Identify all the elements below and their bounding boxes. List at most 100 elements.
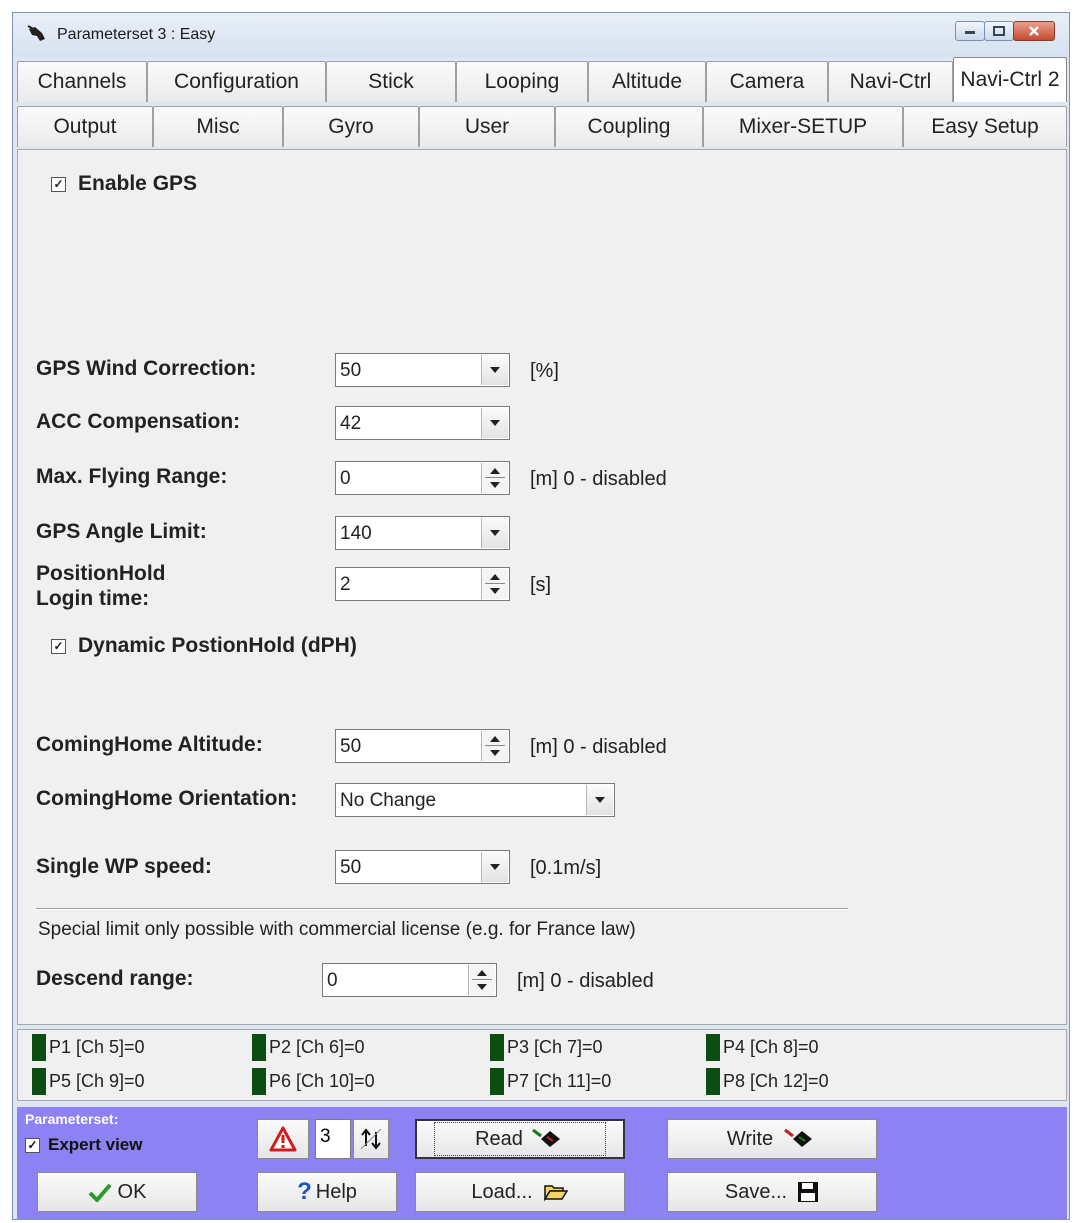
descend-range-label: Descend range: (36, 967, 194, 990)
save-label: Save... (724, 1180, 788, 1203)
channel-label: P3 [Ch 7]=0 (507, 1037, 603, 1057)
tab-misc[interactable]: Misc (153, 106, 283, 147)
minimize-button[interactable] (955, 21, 985, 41)
help-button[interactable]: ? Help (257, 1172, 397, 1212)
spinner-arrows-icon[interactable] (468, 965, 495, 995)
write-button[interactable]: Write (667, 1119, 877, 1159)
spinner-arrows-icon[interactable] (481, 569, 508, 599)
channel-label: P8 [Ch 12]=0 (723, 1071, 829, 1091)
open-folder-icon (543, 1185, 568, 1202)
dropdown-arrow-icon[interactable] (586, 785, 613, 815)
upload-chip-icon (784, 1128, 813, 1147)
parameterset-spinner-button[interactable] (353, 1119, 389, 1159)
dropdown-arrow-icon[interactable] (481, 852, 508, 882)
tab-navi-ctrl-2[interactable]: Navi-Ctrl 2 (953, 57, 1067, 102)
download-chip-icon (532, 1128, 560, 1147)
single-wp-speed-combo[interactable]: 50 (335, 850, 510, 884)
tab-stick[interactable]: Stick (326, 61, 456, 102)
single-wp-speed-value: 50 (340, 857, 362, 878)
descend-range-value: 0 (327, 970, 338, 991)
gps-angle-limit-combo[interactable]: 140 (335, 516, 510, 550)
parameterset-number-field[interactable]: 3 (315, 1119, 351, 1159)
tab-channels[interactable]: Channels (17, 61, 147, 102)
positionhold-login-spinner[interactable]: 2 (335, 567, 510, 601)
cominghome-orientation-combo[interactable]: No Change (335, 783, 615, 817)
tab-altitude[interactable]: Altitude (588, 61, 706, 102)
ok-button[interactable]: OK (37, 1172, 197, 1212)
checkmark-icon: ✓ (25, 1137, 40, 1153)
tab-mixer-setup[interactable]: Mixer-SETUP (703, 106, 903, 147)
gps-angle-limit-label: GPS Angle Limit: (36, 520, 207, 543)
spinner-arrows-icon[interactable] (481, 731, 508, 761)
led-icon (706, 1068, 720, 1095)
spinner-arrows-icon[interactable] (481, 463, 508, 493)
wind-correction-label: GPS Wind Correction: (36, 357, 257, 380)
read-label: Read (475, 1127, 523, 1150)
tab-coupling[interactable]: Coupling (555, 106, 703, 147)
channel-status-panel: P1 [Ch 5]=0 P2 [Ch 6]=0 P3 [Ch 7]=0 P4 [… (17, 1029, 1067, 1101)
led-icon (706, 1034, 720, 1061)
tab-row-2: Output Misc Gyro User Coupling Mixer-SET… (17, 102, 1067, 147)
max-flying-range-spinner[interactable]: 0 (335, 461, 510, 495)
close-button[interactable] (1013, 21, 1055, 41)
tab-output[interactable]: Output (17, 106, 153, 147)
tab-user[interactable]: User (419, 106, 555, 147)
dropdown-arrow-icon[interactable] (481, 408, 508, 438)
enable-gps-label: Enable GPS (78, 172, 198, 195)
warning-button[interactable] (257, 1119, 309, 1159)
save-button[interactable]: Save... (667, 1172, 877, 1212)
read-button[interactable]: Read (415, 1119, 625, 1159)
single-wp-speed-label: Single WP speed: (36, 855, 212, 878)
single-wp-speed-unit: [0.1m/s] (530, 857, 602, 879)
load-button[interactable]: Load... (415, 1172, 625, 1212)
checkmark-icon (88, 1183, 112, 1202)
wind-correction-unit: [%] (530, 360, 559, 382)
wind-correction-combo[interactable]: 50 (335, 353, 510, 387)
channel-label: P6 [Ch 10]=0 (269, 1071, 375, 1091)
enable-gps-checkbox[interactable]: ✓ Enable GPS (51, 172, 197, 196)
tab-camera[interactable]: Camera (706, 61, 828, 102)
dynamic-positionhold-checkbox[interactable]: ✓ Dynamic PostionHold (dPH) (51, 634, 357, 658)
cominghome-altitude-spinner[interactable]: 50 (335, 729, 510, 763)
channel-indicator: P5 [Ch 9]=0 (32, 1068, 145, 1095)
cominghome-orientation-label: ComingHome Orientation: (36, 787, 298, 810)
acc-compensation-label: ACC Compensation: (36, 410, 241, 433)
wind-correction-value: 50 (340, 360, 362, 381)
channel-indicator: P1 [Ch 5]=0 (32, 1034, 145, 1061)
maximize-button[interactable] (984, 21, 1014, 41)
bottom-toolbar: Parameterset: ✓ Expert view 3 Read Write… (17, 1107, 1067, 1219)
warning-icon (269, 1126, 297, 1152)
window-title: Parameterset 3 : Easy (57, 26, 216, 43)
cominghome-altitude-unit: [m] 0 - disabled (530, 736, 667, 758)
descend-range-spinner[interactable]: 0 (322, 963, 497, 997)
channel-indicator: P7 [Ch 11]=0 (490, 1068, 611, 1095)
divider (36, 908, 848, 910)
tab-gyro[interactable]: Gyro (283, 106, 419, 147)
ok-label: OK (117, 1180, 147, 1203)
led-icon (32, 1068, 46, 1095)
helicopter-icon (27, 25, 45, 41)
channel-indicator: P4 [Ch 8]=0 (706, 1034, 819, 1061)
channel-indicator: P3 [Ch 7]=0 (490, 1034, 603, 1061)
acc-compensation-combo[interactable]: 42 (335, 406, 510, 440)
caption-buttons (955, 21, 1055, 43)
led-icon (252, 1034, 266, 1061)
tab-row-1: Channels Configuration Stick Looping Alt… (17, 57, 1067, 102)
special-limit-note: Special limit only possible with commerc… (38, 919, 636, 940)
led-icon (490, 1034, 504, 1061)
channel-indicator: P8 [Ch 12]=0 (706, 1068, 829, 1095)
max-flying-range-label: Max. Flying Range: (36, 465, 228, 488)
tab-easy-setup[interactable]: Easy Setup (903, 106, 1067, 147)
gps-angle-limit-value: 140 (340, 523, 372, 544)
title-bar: Parameterset 3 : Easy (13, 13, 1069, 57)
dropdown-arrow-icon[interactable] (481, 518, 508, 548)
channel-indicator: P2 [Ch 6]=0 (252, 1034, 365, 1061)
tab-configuration[interactable]: Configuration (147, 61, 326, 102)
tab-navi-ctrl[interactable]: Navi-Ctrl (828, 61, 953, 102)
expert-view-checkbox[interactable]: ✓ Expert view (25, 1135, 143, 1155)
checkmark-icon: ✓ (51, 176, 66, 192)
tab-looping[interactable]: Looping (456, 61, 588, 102)
positionhold-label-line2: Login time: (36, 587, 150, 610)
cominghome-orientation-value: No Change (340, 790, 437, 811)
dropdown-arrow-icon[interactable] (481, 355, 508, 385)
